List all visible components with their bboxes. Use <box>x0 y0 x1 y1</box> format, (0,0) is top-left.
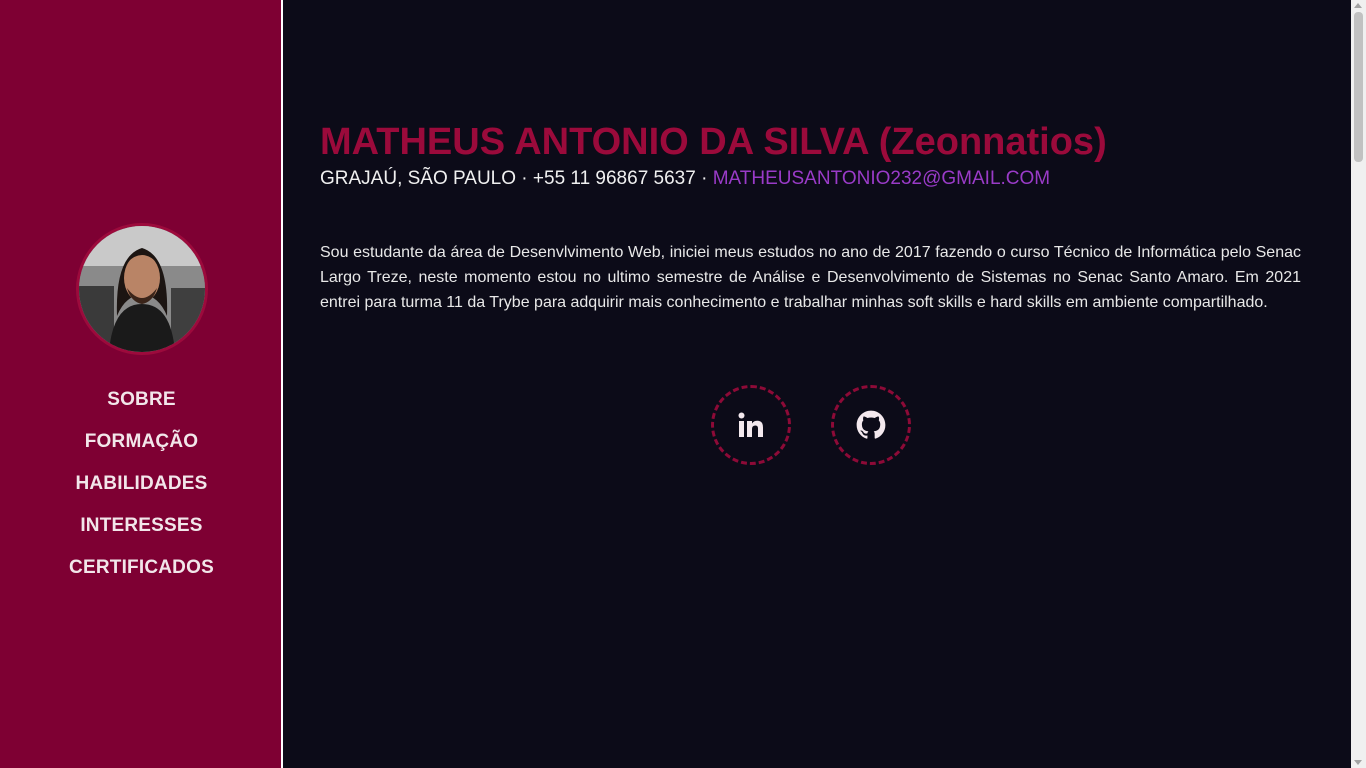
scroll-down-icon[interactable] <box>1354 760 1362 765</box>
github-icon <box>856 410 886 439</box>
avatar <box>76 223 208 355</box>
nav-item-habilidades[interactable]: HABILIDADES <box>0 463 283 505</box>
nav-item-sobre[interactable]: SOBRE <box>0 379 283 421</box>
page-scrollbar[interactable] <box>1351 0 1366 768</box>
location-phone-text: GRAJAÚ, SÃO PAULO · +55 11 96867 5637 · <box>320 168 713 189</box>
main-content: MATHEUS ANTONIO DA SILVA (Zeonnatios) GR… <box>285 0 1351 768</box>
scroll-thumb[interactable] <box>1354 12 1363 162</box>
about-paragraph: Sou estudante da área de Desenvlvimento … <box>320 244 1301 311</box>
scroll-up-icon[interactable] <box>1354 3 1362 8</box>
profile-photo <box>79 226 205 352</box>
email-link[interactable]: MATHEUSANTONIO232@GMAIL.COM <box>713 168 1050 189</box>
nav-item-interesses[interactable]: INTERESSES <box>0 505 283 547</box>
nav-item-formacao[interactable]: FORMAÇÃO <box>0 421 283 463</box>
page-title: MATHEUS ANTONIO DA SILVA (Zeonnatios) <box>320 121 1107 163</box>
sidebar-nav: SOBRE FORMAÇÃO HABILIDADES INTERESSES CE… <box>0 379 283 589</box>
nav-item-certificados[interactable]: CERTIFICADOS <box>0 547 283 589</box>
linkedin-button[interactable] <box>711 385 791 465</box>
linkedin-icon <box>738 412 763 437</box>
contact-line: GRAJAÚ, SÃO PAULO · +55 11 96867 5637 · … <box>320 168 1050 190</box>
github-button[interactable] <box>831 385 911 465</box>
sidebar: SOBRE FORMAÇÃO HABILIDADES INTERESSES CE… <box>0 0 283 768</box>
